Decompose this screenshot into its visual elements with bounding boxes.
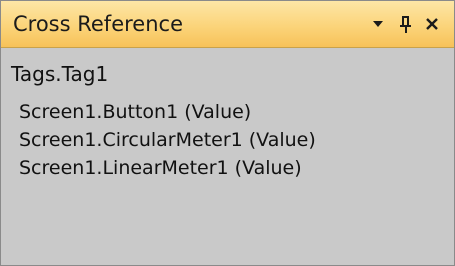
reference-item[interactable]: Screen1.Button1 (Value) bbox=[19, 98, 316, 126]
pin-button[interactable] bbox=[394, 11, 418, 37]
pin-icon bbox=[400, 16, 411, 33]
close-icon bbox=[426, 18, 438, 30]
reference-list: Screen1.Button1 (Value) Screen1.Circular… bbox=[19, 98, 316, 182]
cross-reference-panel: Cross Reference Tags.Tag1 Screen1.Button… bbox=[0, 0, 455, 266]
close-button[interactable] bbox=[420, 11, 444, 37]
panel-title: Cross Reference bbox=[13, 12, 183, 36]
panel-header: Cross Reference bbox=[1, 1, 454, 48]
panel-content: Tags.Tag1 Screen1.Button1 (Value) Screen… bbox=[1, 48, 454, 265]
reference-item[interactable]: Screen1.LinearMeter1 (Value) bbox=[19, 154, 316, 182]
reference-item[interactable]: Screen1.CircularMeter1 (Value) bbox=[19, 126, 316, 154]
tag-root-item[interactable]: Tags.Tag1 bbox=[11, 62, 108, 86]
dropdown-button[interactable] bbox=[366, 11, 390, 37]
chevron-down-icon bbox=[373, 21, 383, 27]
